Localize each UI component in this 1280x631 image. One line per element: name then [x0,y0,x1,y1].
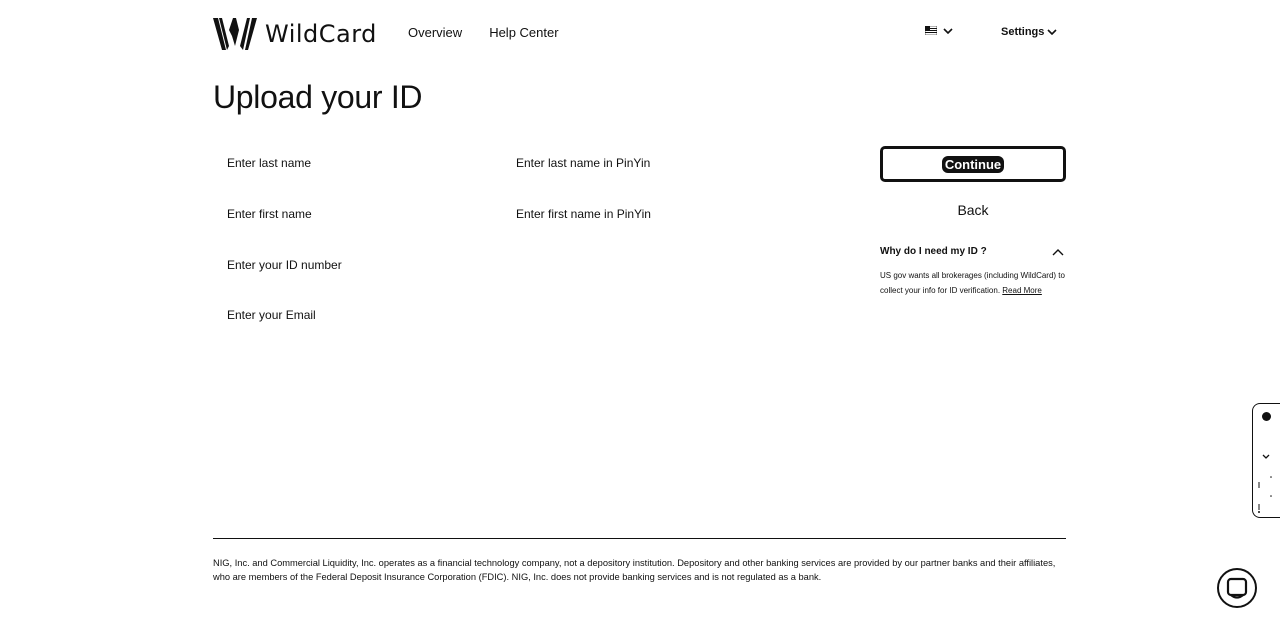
why-id-toggle[interactable]: Why do I need my ID ? [880,246,1066,257]
why-id-panel: Why do I need my ID ? US gov wants all b… [880,246,1066,298]
why-id-title: Why do I need my ID ? [880,246,987,257]
record-dot-icon [1262,412,1271,421]
chat-support-button[interactable] [1217,568,1257,608]
why-id-body: US gov wants all brokerages (including W… [880,268,1066,298]
last-name-pinyin-input[interactable] [502,148,762,178]
wildcard-logo-icon [213,18,257,50]
chevron-down-icon [1047,29,1057,35]
first-name-input[interactable] [213,199,473,229]
header: WildCard Overview Help Center Settings [213,16,1066,52]
logo[interactable]: WildCard [213,16,377,52]
settings-label: Settings [1001,26,1045,38]
last-name-input[interactable] [213,148,473,178]
back-button[interactable]: Back [880,202,1066,218]
widget-controls-icon [1258,476,1272,513]
nav-help-center[interactable]: Help Center [489,25,558,40]
page-title: Upload your ID [213,79,423,115]
settings-menu[interactable]: Settings [1001,26,1057,38]
chevron-down-icon [943,27,953,34]
id-number-input[interactable] [213,250,473,280]
chevron-up-icon [1052,248,1064,255]
language-selector[interactable] [925,26,953,35]
side-feedback-widget[interactable] [1252,403,1280,518]
main-nav: Overview Help Center [408,25,559,40]
chevron-down-icon [1262,454,1270,459]
us-flag-icon [925,26,937,35]
read-more-link[interactable]: Read More [1002,286,1042,295]
email-input[interactable] [213,300,473,330]
footer-divider [213,538,1066,539]
continue-button[interactable]: Continue [880,146,1066,182]
brand-name: WildCard [265,20,377,48]
chat-icon [1226,577,1248,599]
footer-disclaimer: NIG, Inc. and Commercial Liquidity, Inc.… [213,558,1056,582]
first-name-pinyin-input[interactable] [502,199,762,229]
continue-label: Continue [941,155,1005,173]
nav-overview[interactable]: Overview [408,25,462,40]
